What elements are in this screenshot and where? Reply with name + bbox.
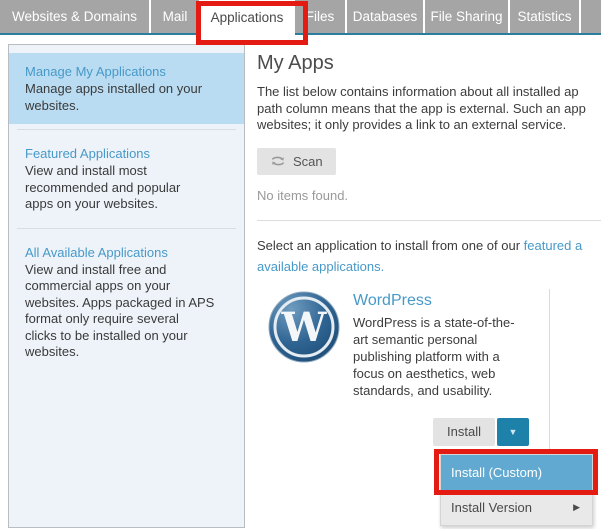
sidebar-item-description: View and install most recommended and po… xyxy=(25,163,181,211)
sidebar-item-description: View and install free and commercial app… xyxy=(25,261,215,360)
sidebar-item-all-available-applications[interactable]: All Available Applications View and inst… xyxy=(9,234,244,371)
intro-line: The list below contains information abou… xyxy=(257,84,579,99)
menu-item-label: Install (Custom) xyxy=(451,465,543,480)
tab-mail[interactable]: Mail xyxy=(151,0,201,33)
empty-list-message: No items found. xyxy=(257,187,349,203)
install-dropdown-toggle[interactable]: ▼ xyxy=(497,417,529,446)
tab-statistics[interactable]: Statistics xyxy=(510,0,581,33)
tab-file-sharing[interactable]: File Sharing xyxy=(425,0,510,33)
install-button-group: Install ▼ xyxy=(257,417,549,446)
menu-item-install-version[interactable]: Install Version ▶ xyxy=(441,490,592,525)
install-button[interactable]: Install xyxy=(433,417,495,446)
sidebar-item-title: Featured Applications xyxy=(25,146,151,161)
sidebar-item-featured-applications[interactable]: Featured Applications View and install m… xyxy=(9,135,244,223)
select-application-prompt: Select an application to install from on… xyxy=(257,235,601,277)
intro-line: path column means that the app is extern… xyxy=(257,100,586,116)
tab-applications[interactable]: Applications xyxy=(201,0,295,35)
intro-line: websites; it only provides a link to an … xyxy=(257,117,567,132)
available-applications-link[interactable]: available applications. xyxy=(257,259,384,274)
wordpress-logo-icon: W xyxy=(268,291,340,362)
main-content: My Apps The list below contains informat… xyxy=(257,35,601,452)
wordpress-description: WordPress is a state-of-the- art semanti… xyxy=(353,314,515,398)
tab-files[interactable]: Files xyxy=(295,0,347,33)
scan-button[interactable]: Scan xyxy=(257,147,336,175)
sidebar-item-description: Manage apps installed on your websites. xyxy=(25,81,203,113)
top-tab-bar: Websites & Domains Mail Applications Fil… xyxy=(0,0,601,35)
page-title: My Apps xyxy=(257,52,334,74)
tab-databases[interactable]: Databases xyxy=(347,0,425,33)
scan-button-label: Scan xyxy=(293,153,323,169)
tab-websites-domains[interactable]: Websites & Domains xyxy=(0,0,151,33)
section-divider xyxy=(257,219,601,221)
wordpress-app-card: W WordPress WordPress is a state-of-the-… xyxy=(257,288,550,452)
featured-applications-link[interactable]: featured a xyxy=(524,238,583,253)
sidebar-divider xyxy=(17,129,236,130)
select-prompt-text: Select an application to install from on… xyxy=(257,237,524,253)
submenu-arrow-icon: ▶ xyxy=(573,502,580,512)
chevron-down-icon: ▼ xyxy=(508,426,518,437)
wordpress-title-link[interactable]: WordPress xyxy=(353,291,543,311)
sidebar-divider xyxy=(17,227,236,229)
sidebar-item-title: Manage My Applications xyxy=(25,64,166,79)
sidebar-item-title: All Available Applications xyxy=(25,244,168,260)
install-dropdown-menu: Install (Custom) Install Version ▶ xyxy=(440,454,593,526)
applications-sidebar: Manage My Applications Manage apps insta… xyxy=(8,44,245,528)
scan-sync-icon xyxy=(271,156,285,166)
menu-item-label: Install Version xyxy=(451,500,532,515)
intro-paragraph: The list below contains information abou… xyxy=(257,84,601,134)
sidebar-item-manage-my-applications[interactable]: Manage My Applications Manage apps insta… xyxy=(9,53,244,124)
svg-text:W: W xyxy=(281,304,328,351)
menu-item-install-custom[interactable]: Install (Custom) xyxy=(441,455,592,490)
tab-bar-overflow xyxy=(581,0,601,33)
